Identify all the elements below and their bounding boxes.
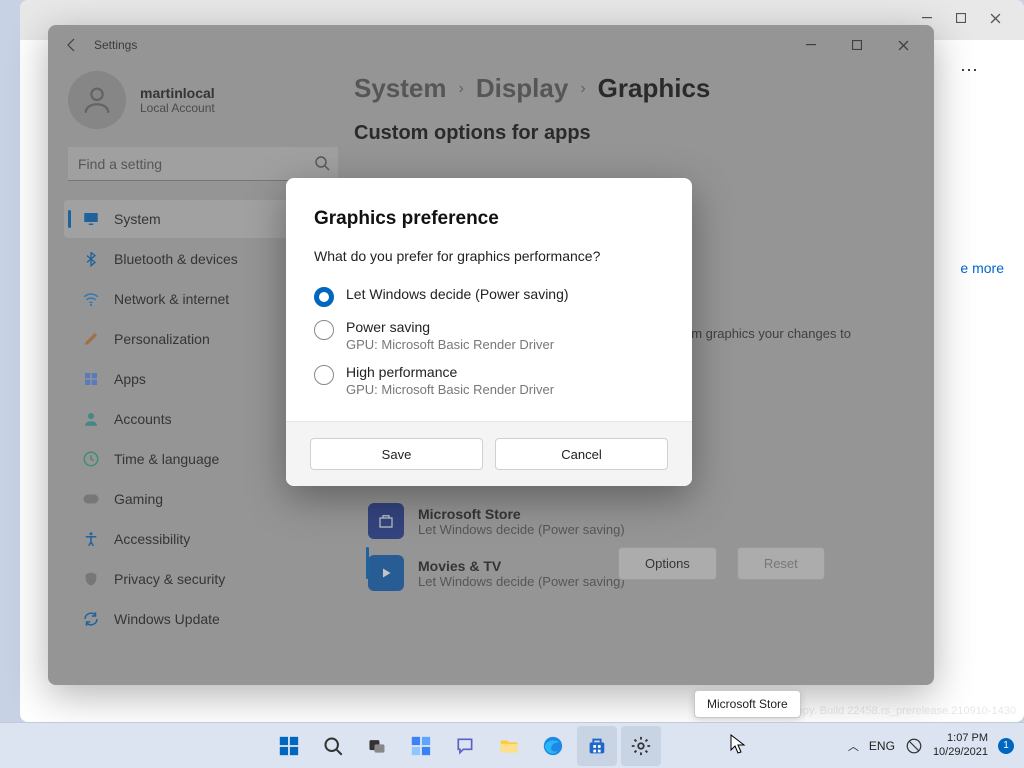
breadcrumb-display[interactable]: Display — [476, 73, 569, 104]
sidebar-item-label: Bluetooth & devices — [114, 251, 238, 267]
app-subtitle: Let Windows decide (Power saving) — [418, 574, 625, 589]
tray-network-icon[interactable] — [905, 737, 923, 755]
sidebar-item-label: Privacy & security — [114, 571, 225, 587]
search-icon — [314, 155, 330, 171]
apps-icon — [82, 370, 100, 388]
sidebar-item-label: Gaming — [114, 491, 163, 507]
bg-close-icon[interactable] — [990, 13, 1004, 27]
taskbar: ︿ ENG 1:07 PM 10/29/2021 1 — [0, 722, 1024, 768]
user-name: martinlocal — [140, 85, 215, 101]
radio-sublabel: GPU: Microsoft Basic Render Driver — [346, 382, 554, 397]
accessibility-icon — [82, 530, 100, 548]
save-button[interactable]: Save — [310, 438, 483, 470]
selection-indicator — [366, 547, 369, 579]
store-icon — [368, 503, 404, 539]
sidebar-item-label: Apps — [114, 371, 146, 387]
time-icon — [82, 450, 100, 468]
sidebar-item-label: System — [114, 211, 161, 227]
sidebar-item-label: Accounts — [114, 411, 172, 427]
radio-option-0[interactable]: Let Windows decide (Power saving) — [314, 280, 664, 313]
taskbar-settings[interactable] — [621, 726, 661, 766]
maximize-button[interactable] — [834, 29, 880, 61]
dialog-question: What do you prefer for graphics performa… — [314, 248, 664, 264]
movies-icon — [368, 555, 404, 591]
taskbar-explorer[interactable] — [489, 726, 529, 766]
notification-badge[interactable]: 1 — [998, 738, 1014, 754]
taskbar-taskview[interactable] — [357, 726, 397, 766]
search-input[interactable] — [68, 147, 338, 181]
graphics-preference-dialog: Graphics preference What do you prefer f… — [286, 178, 692, 486]
cancel-button[interactable]: Cancel — [495, 438, 668, 470]
section-title: Custom options for apps — [354, 122, 906, 145]
sidebar-item-privacy-security[interactable]: Privacy & security — [64, 560, 342, 598]
radio-icon — [314, 287, 334, 307]
user-block[interactable]: martinlocal Local Account — [58, 65, 348, 147]
sidebar-item-windows-update[interactable]: Windows Update — [64, 600, 342, 638]
gaming-icon — [82, 490, 100, 508]
tray-overflow-icon[interactable]: ︿ — [848, 738, 859, 754]
bg-link-fragment[interactable]: e more — [960, 260, 1004, 276]
sidebar-item-label: Accessibility — [114, 531, 190, 547]
radio-icon — [314, 320, 334, 340]
chevron-right-icon: › — [580, 80, 585, 98]
account-icon — [82, 410, 100, 428]
dialog-title: Graphics preference — [314, 208, 664, 230]
update-icon — [82, 610, 100, 628]
reset-button[interactable]: Reset — [737, 547, 825, 580]
radio-option-1[interactable]: Power saving GPU: Microsoft Basic Render … — [314, 313, 664, 358]
breadcrumb-current: Graphics — [598, 73, 711, 104]
display-icon — [82, 210, 100, 228]
sidebar-item-label: Time & language — [114, 451, 219, 467]
settings-titlebar: Settings — [48, 25, 934, 65]
bg-more-icon[interactable]: ⋯ — [960, 60, 980, 81]
avatar — [68, 71, 126, 129]
sidebar-item-label: Windows Update — [114, 611, 220, 627]
app-title: Movies & TV — [418, 558, 625, 574]
tray-language[interactable]: ENG — [869, 739, 895, 753]
start-button[interactable] — [269, 726, 309, 766]
close-button[interactable] — [880, 29, 926, 61]
radio-label: Power saving — [346, 319, 554, 335]
chevron-right-icon: › — [459, 80, 464, 98]
privacy-icon — [82, 570, 100, 588]
window-title: Settings — [94, 38, 137, 52]
radio-label: High performance — [346, 364, 554, 380]
radio-icon — [314, 365, 334, 385]
cursor-icon — [730, 734, 746, 754]
sidebar-item-label: Network & internet — [114, 291, 229, 307]
radio-option-2[interactable]: High performance GPU: Microsoft Basic Ren… — [314, 358, 664, 403]
minimize-button[interactable] — [788, 29, 834, 61]
app-entry-store[interactable]: Microsoft Store Let Windows decide (Powe… — [368, 495, 906, 547]
wifi-icon — [82, 290, 100, 308]
user-account-type: Local Account — [140, 101, 215, 115]
app-title: Microsoft Store — [418, 506, 625, 522]
taskbar-chat[interactable] — [445, 726, 485, 766]
radio-label: Let Windows decide (Power saving) — [346, 286, 569, 302]
sidebar-item-label: Personalization — [114, 331, 210, 347]
taskbar-tooltip: Microsoft Store — [694, 690, 801, 718]
radio-sublabel: GPU: Microsoft Basic Render Driver — [346, 337, 554, 352]
breadcrumb-system[interactable]: System — [354, 73, 447, 104]
hint-text: om graphics your changes to — [684, 325, 894, 343]
back-button[interactable] — [56, 29, 88, 61]
taskbar-search[interactable] — [313, 726, 353, 766]
taskbar-widgets[interactable] — [401, 726, 441, 766]
tray-clock[interactable]: 1:07 PM 10/29/2021 — [933, 732, 988, 758]
taskbar-edge[interactable] — [533, 726, 573, 766]
breadcrumb: System › Display › Graphics — [354, 73, 906, 104]
sidebar-item-accessibility[interactable]: Accessibility — [64, 520, 342, 558]
options-button[interactable]: Options — [618, 547, 717, 580]
app-subtitle: Let Windows decide (Power saving) — [418, 522, 625, 537]
bluetooth-icon — [82, 250, 100, 268]
brush-icon — [82, 330, 100, 348]
taskbar-store[interactable] — [577, 726, 617, 766]
bg-maximize-icon[interactable] — [956, 13, 970, 27]
